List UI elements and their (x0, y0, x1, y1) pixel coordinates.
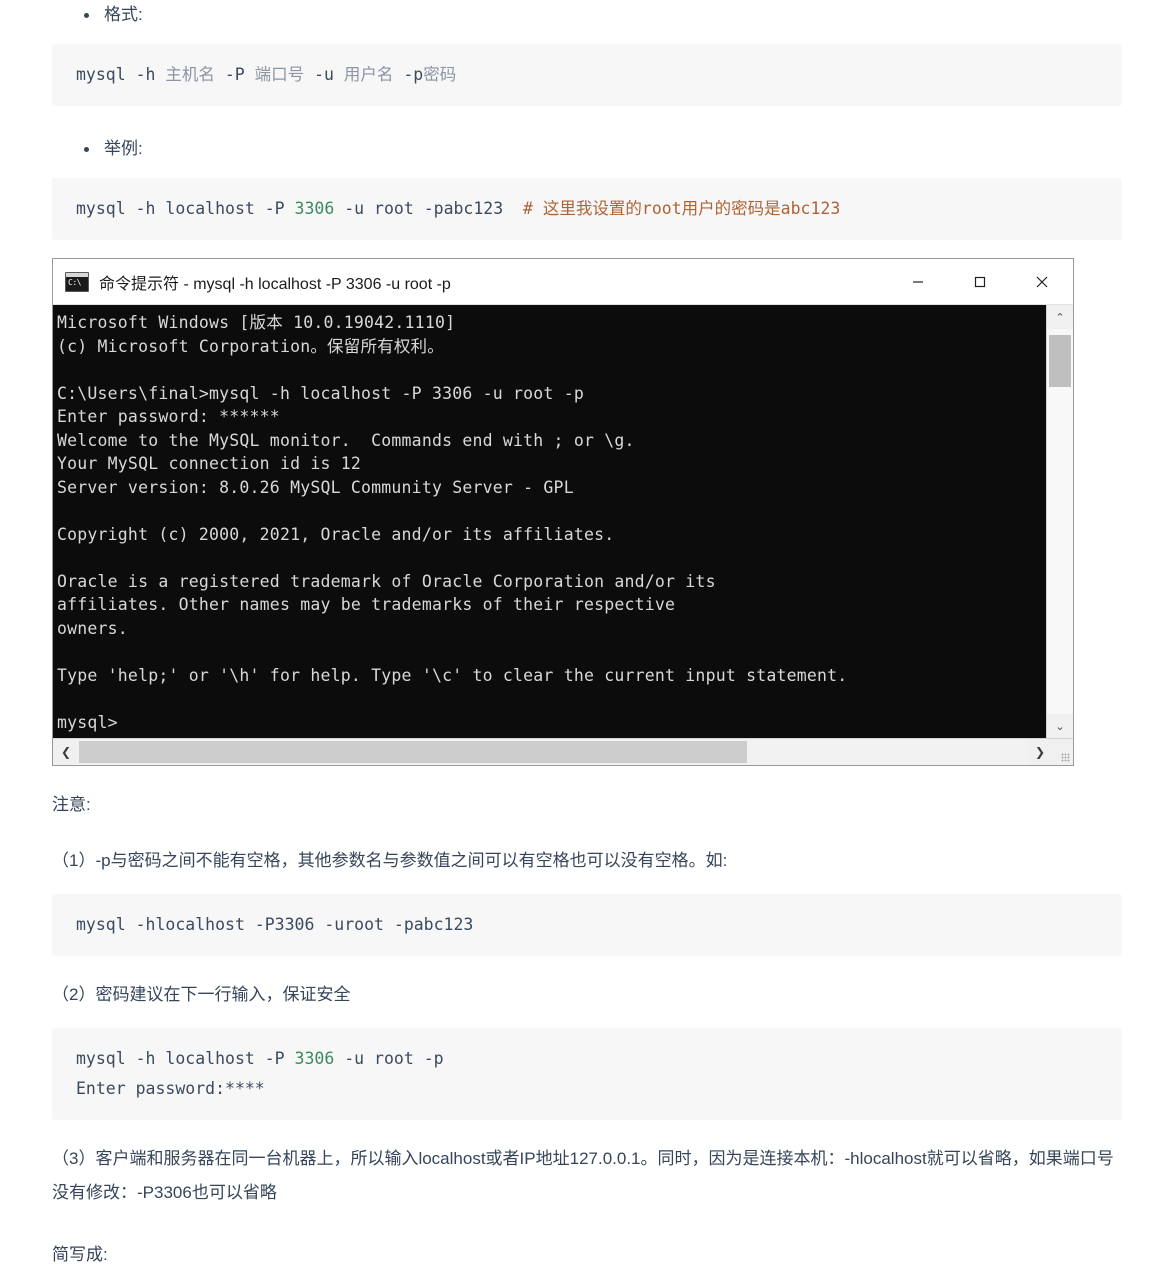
terminal-line: Welcome to the MySQL monitor. Commands e… (57, 430, 635, 450)
terminal-horizontal-scrollbar[interactable]: ❮ ❯ (53, 738, 1073, 765)
cmd-body: Microsoft Windows [版本 10.0.19042.1110] (c… (53, 305, 1073, 738)
scroll-up-arrow-icon[interactable]: ⌃ (1047, 305, 1073, 329)
code-example-port: 3306 (294, 199, 335, 218)
code-nextline-post: -u root -p (334, 1049, 444, 1068)
terminal-line: owners. (57, 618, 128, 638)
code-format-user-placeholder: 用户名 (343, 65, 394, 84)
code-nextline-port: 3306 (294, 1049, 335, 1068)
vertical-scroll-thumb[interactable] (1049, 335, 1071, 387)
note-item-2: （2）密码建议在下一行输入，保证安全 (52, 985, 351, 1004)
window-controls (887, 259, 1073, 304)
maximize-icon (972, 274, 988, 290)
code-format-cmd: mysql -h (76, 65, 166, 84)
bullet-item-example: 举例: (76, 134, 1174, 164)
terminal-line: Your MySQL connection id is 12 (57, 454, 362, 473)
terminal-line: Enter password: ****** (57, 407, 280, 426)
code-format-host-placeholder: 主机名 (165, 65, 215, 84)
note-item-1: （1）-p与密码之间不能有空格，其他参数名与参数值之间可以有空格也可以没有空格。… (52, 851, 728, 870)
horizontal-scroll-track[interactable] (79, 739, 1027, 765)
horizontal-scroll-thumb[interactable] (79, 741, 748, 763)
window-resize-grip[interactable] (1053, 739, 1073, 765)
cmd-titlebar[interactable]: 命令提示符 - mysql -h localhost -P 3306 -u ro… (53, 259, 1073, 305)
code-nextline-line2: Enter password:**** (76, 1079, 265, 1098)
scroll-down-arrow-icon[interactable]: ⌄ (1047, 714, 1073, 738)
code-block-short-form: mysql -hlocalhost -P3306 -uroot -pabc123 (52, 894, 1122, 956)
code-block-password-nextline: mysql -h localhost -P 3306 -u root -p En… (52, 1028, 1122, 1120)
code-short-line: mysql -hlocalhost -P3306 -uroot -pabc123 (76, 915, 474, 934)
notes-heading: 注意: (52, 795, 91, 814)
cmd-window-title: 命令提示符 - mysql -h localhost -P 3306 -u ro… (99, 275, 451, 293)
code-block-example: mysql -h localhost -P 3306 -u root -pabc… (52, 178, 1122, 240)
terminal-line: Microsoft Windows [版本 10.0.19042.1110] (57, 313, 456, 332)
note-item-3: （3）客户端和服务器在同一台机器上，所以输入localhost或者IP地址127… (52, 1149, 1114, 1202)
minimize-button[interactable] (887, 259, 949, 304)
terminal-line: Server version: 8.0.26 MySQL Community S… (57, 477, 574, 497)
terminal-line: Type 'help;' or '\h' for help. Type '\c'… (57, 665, 848, 685)
close-icon (1033, 273, 1051, 291)
footer-text: 简写成: (52, 1245, 108, 1264)
terminal-line: (c) Microsoft Corporation。保留所有权利。 (57, 336, 444, 356)
code-example-post: -u root -pabc123 (334, 199, 524, 218)
article-page: 格式: mysql -h 主机名 -P 端口号 -u 用户名 -p密码 举例: … (0, 0, 1174, 1272)
code-format-u-flag: -u (304, 65, 344, 84)
terminal-output[interactable]: Microsoft Windows [版本 10.0.19042.1110] (c… (53, 305, 1046, 738)
bullet-label-format: 格式: (104, 5, 143, 24)
terminal-line: C:\Users\final>mysql -h localhost -P 330… (57, 383, 584, 403)
cmd-prompt-icon (65, 271, 89, 292)
terminal-line: Oracle is a registered trademark of Orac… (57, 571, 716, 591)
code-format-p-flag: -P (214, 65, 255, 84)
scroll-right-arrow-icon[interactable]: ❯ (1027, 739, 1053, 765)
close-button[interactable] (1011, 259, 1073, 304)
code-example-pre: mysql -h localhost -P (76, 199, 295, 218)
format-bullet-list: 格式: (0, 0, 1174, 30)
terminal-line: Copyright (c) 2000, 2021, Oracle and/or … (57, 524, 615, 544)
vertical-scroll-track[interactable] (1047, 329, 1073, 714)
bullet-label-example: 举例: (104, 139, 143, 158)
code-format-pw-placeholder: 密码 (423, 65, 457, 84)
terminal-line: mysql> (57, 712, 118, 732)
code-format-pw-flag: -p (393, 65, 424, 84)
code-example-comment: # 这里我设置的root用户的密码是abc123 (523, 199, 841, 218)
scroll-left-arrow-icon[interactable]: ❮ (53, 739, 79, 765)
code-block-format: mysql -h 主机名 -P 端口号 -u 用户名 -p密码 (52, 44, 1122, 106)
minimize-icon (910, 274, 926, 290)
code-nextline-pre: mysql -h localhost -P (76, 1049, 295, 1068)
command-prompt-window[interactable]: 命令提示符 - mysql -h localhost -P 3306 -u ro… (52, 258, 1074, 766)
bullet-item-format: 格式: (76, 0, 1174, 30)
terminal-vertical-scrollbar[interactable]: ⌃ ⌄ (1046, 305, 1073, 738)
code-format-port-placeholder: 端口号 (254, 65, 305, 84)
maximize-button[interactable] (949, 259, 1011, 304)
example-bullet-list: 举例: (0, 134, 1174, 164)
terminal-line: affiliates. Other names may be trademark… (57, 595, 676, 614)
